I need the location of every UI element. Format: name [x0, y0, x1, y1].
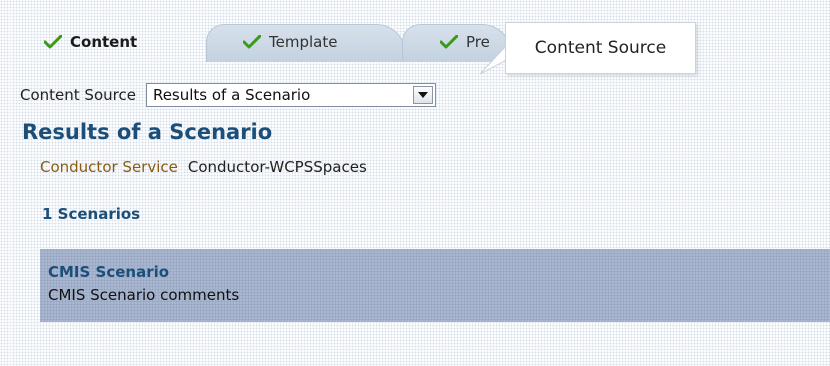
tab-template-label: Template	[269, 33, 338, 51]
tab-content[interactable]: Content	[43, 22, 138, 62]
scenario-count: 1 Scenarios	[42, 205, 141, 223]
tooltip-text: Content Source	[534, 38, 667, 58]
content-source-value: Results of a Scenario	[152, 86, 311, 104]
check-icon	[43, 34, 63, 49]
scenario-comment: CMIS Scenario comments	[48, 286, 240, 304]
content-source-row: Content Source Results of a Scenario	[20, 82, 436, 108]
tab-bar: Content Template Pre Content Source	[0, 0, 830, 78]
tab-content-label: Content	[70, 33, 138, 51]
tab-template[interactable]: Template	[242, 22, 338, 62]
dropdown-arrow-icon[interactable]	[412, 86, 433, 104]
check-icon	[242, 34, 262, 49]
conductor-service-label: Conductor Service	[40, 158, 178, 176]
conductor-service-value: Conductor-WCPSSpaces	[187, 158, 367, 176]
scenario-list-item[interactable]: CMIS Scenario CMIS Scenario comments	[40, 249, 830, 322]
content-source-label: Content Source	[20, 86, 136, 104]
content-source-select[interactable]: Results of a Scenario	[145, 83, 436, 107]
results-title: Results of a Scenario	[22, 120, 273, 144]
conductor-service-row: Conductor Service Conductor-WCPSSpaces	[40, 158, 367, 176]
scenario-name: CMIS Scenario	[48, 263, 170, 281]
check-icon	[439, 34, 459, 49]
tooltip: Content Source	[505, 22, 696, 74]
